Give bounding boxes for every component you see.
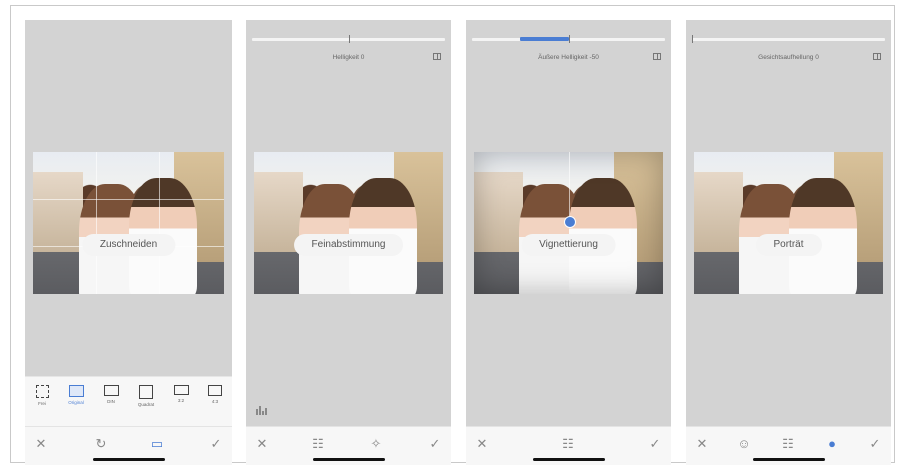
crop-option-label: 3:2 (177, 398, 185, 403)
slider-center-tick (568, 35, 570, 43)
check-icon[interactable]: ✓ (208, 436, 224, 452)
tool-label-pill: Porträt (755, 234, 822, 256)
center-guide-line (568, 152, 570, 216)
adjust-slider[interactable] (472, 35, 665, 43)
building-left (694, 172, 744, 252)
crop-option-din[interactable]: DIN (98, 385, 124, 404)
crop-grid-line (159, 152, 161, 294)
skin-tone-icon[interactable]: ● (824, 436, 840, 452)
close-icon[interactable]: ✕ (694, 436, 710, 452)
slider-fill (520, 37, 569, 41)
close-icon[interactable]: ✕ (33, 436, 49, 452)
close-icon[interactable]: ✕ (254, 436, 270, 452)
close-icon[interactable]: ✕ (474, 436, 490, 452)
home-indicator (532, 458, 605, 461)
original-ratio-icon (68, 385, 84, 397)
compare-icon[interactable] (433, 53, 441, 60)
slider-start-tick (692, 35, 693, 43)
crop-option-4-3[interactable]: 4:3 (202, 385, 228, 404)
home-indicator (312, 458, 385, 461)
photo-preview: Zuschneiden (33, 152, 224, 294)
sliders-icon[interactable]: ☷ (560, 436, 576, 452)
adjust-value-label: Äußere Helligkeit -50 (538, 54, 599, 61)
crop-option-label: Original (68, 400, 84, 405)
crop-option-original[interactable]: Original (63, 385, 89, 405)
crop-grid-line (96, 152, 98, 294)
bottom-toolbar: ✕ ☷ ✧ ✓ (246, 426, 451, 465)
crop-option-frei[interactable]: Frei (29, 385, 55, 406)
free-crop-icon (35, 385, 49, 398)
din-ratio-icon (103, 385, 119, 396)
crop-option-label: Quadrat (137, 402, 155, 407)
tool-label-pill: Zuschneiden (81, 234, 176, 256)
home-indicator (92, 458, 165, 461)
crop-option-3-2[interactable]: 3:2 (168, 385, 194, 403)
ratio-4-3-icon (208, 385, 222, 396)
panel-crop: Zuschneiden Frei Original DIN Quadrat 3:… (25, 20, 232, 465)
photo-preview: Feinabstimmung (254, 152, 443, 294)
face-icon[interactable]: ☺ (736, 436, 752, 452)
check-icon[interactable]: ✓ (647, 436, 663, 452)
compare-icon[interactable] (653, 53, 661, 60)
bottom-toolbar: ✕ ☺ ☷ ● ✓ (686, 426, 891, 465)
bottom-toolbar: ✕ ↻ ▭ ✓ (25, 426, 232, 465)
ratio-3-2-icon (173, 385, 189, 395)
crop-option-label: 4:3 (211, 399, 219, 404)
check-icon[interactable]: ✓ (867, 436, 883, 452)
adjust-value-label: Gesichtsaufhellung 0 (758, 54, 819, 61)
rotate-icon[interactable]: ↻ (93, 436, 109, 452)
adjust-slider[interactable] (692, 35, 885, 43)
photo-preview: Vignettierung (474, 152, 663, 294)
home-indicator (752, 458, 825, 461)
crop-option-quadrat[interactable]: Quadrat (133, 385, 159, 407)
sliders-icon[interactable]: ☷ (780, 436, 796, 452)
panel-portrait: Gesichtsaufhellung 0 Porträt ✕ ☺ ☷ ● ✓ (686, 20, 891, 465)
adjust-slider[interactable] (252, 35, 445, 43)
building-left (33, 172, 83, 252)
bottom-toolbar: ✕ ☷ ✓ (466, 426, 671, 465)
histogram-icon[interactable] (256, 405, 268, 415)
square-ratio-icon (139, 385, 153, 399)
check-icon[interactable]: ✓ (427, 436, 443, 452)
aspect-ratio-icon[interactable]: ▭ (149, 436, 165, 452)
photo-preview: Porträt (694, 152, 883, 294)
crop-ratio-toolbar: Frei Original DIN Quadrat 3:2 4:3 (25, 376, 232, 427)
crop-option-label: DIN (107, 399, 115, 404)
slider-center-tick (348, 35, 350, 43)
auto-adjust-icon[interactable]: ✧ (368, 436, 384, 452)
compare-icon[interactable] (873, 53, 881, 60)
vignette-center-handle[interactable] (563, 216, 576, 228)
panel-vignette: Äußere Helligkeit -50 Vignettierung ✕ ☷ … (466, 20, 671, 465)
crop-option-label: Frei (38, 401, 46, 406)
crop-grid-line (33, 198, 224, 200)
panel-tune: Helligkeit 0 Feinabstimmung ✕ ☷ ✧ ✓ (246, 20, 451, 465)
tool-label-pill: Vignettierung (521, 234, 616, 256)
tool-label-pill: Feinabstimmung (293, 234, 404, 256)
adjust-value-label: Helligkeit 0 (332, 54, 365, 61)
sliders-icon[interactable]: ☷ (310, 436, 326, 452)
